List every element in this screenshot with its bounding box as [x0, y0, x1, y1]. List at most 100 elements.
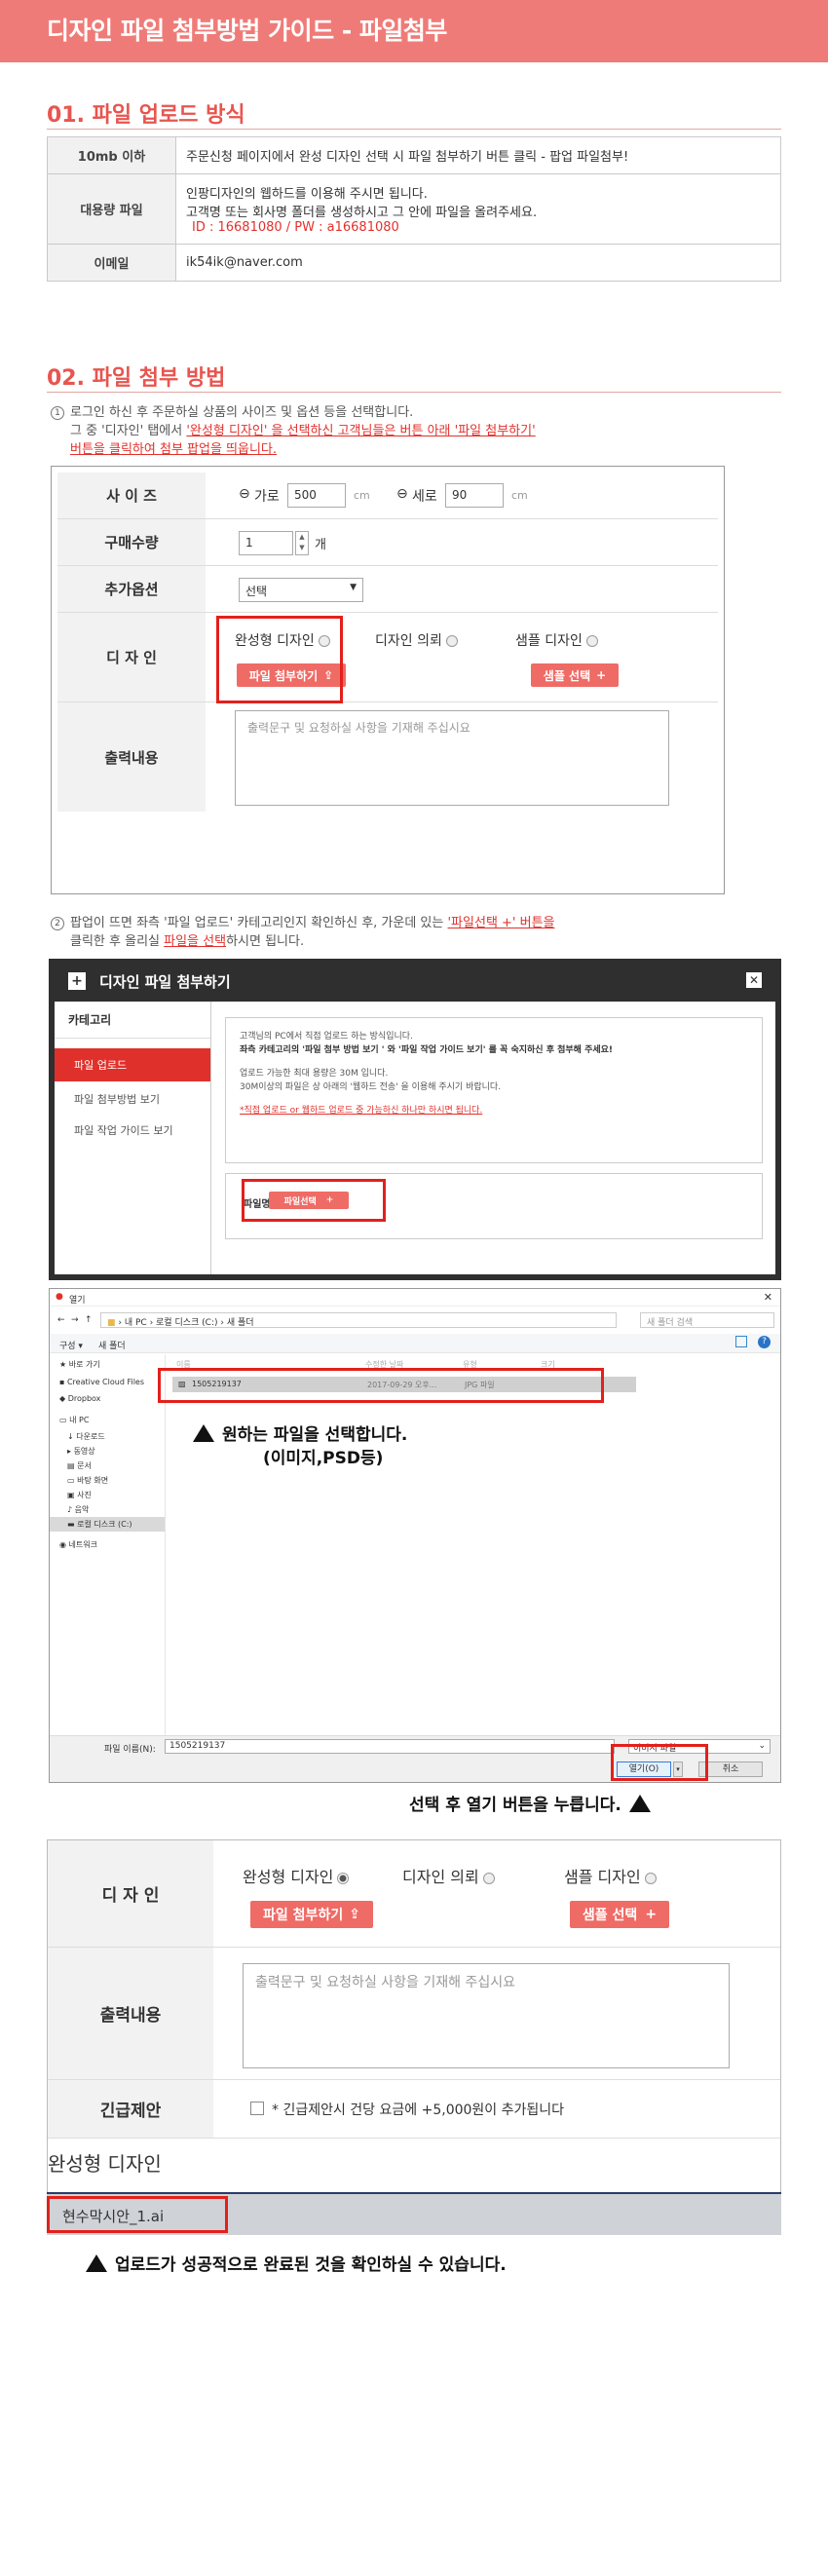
arrow-up-icon	[193, 1424, 214, 1442]
attach-file-button[interactable]: 파일 첨부하기 ⇪	[250, 1901, 373, 1928]
table-row: 이메일 ik54ik@naver.com	[47, 244, 781, 282]
help-icon[interactable]: ?	[758, 1336, 771, 1348]
up-icon[interactable]: ↑	[85, 1315, 93, 1325]
output-textarea[interactable]: 출력문구 및 요청하실 사항을 기재해 주십시요	[243, 1963, 730, 2068]
height-input[interactable]: 90	[445, 483, 504, 508]
dropdown-arrow-icon: ▼	[350, 583, 357, 592]
address-bar[interactable]: ■ › 내 PC › 로컬 디스크 (C:) › 새 폴더	[100, 1312, 617, 1328]
qty-unit: 개	[315, 538, 326, 552]
minus-icon[interactable]: ⊖	[396, 486, 408, 502]
info-line: 좌측 카테고리의 '파일 첨부 방법 보기 ' 와 '파일 작업 가이드 보기'…	[240, 1045, 614, 1055]
back-icon[interactable]: ←	[57, 1315, 65, 1325]
organize-button[interactable]: 구성 ▾	[59, 1339, 83, 1351]
divider	[165, 1355, 166, 1735]
sample-select-button[interactable]: 샘플 선택 +	[531, 663, 619, 687]
text-line: 고객명 또는 회사명 폴더를 생성하시고 그 안에 파일을 올려주세요.	[186, 206, 538, 220]
unit-label: cm	[354, 489, 370, 502]
output-row: 출력내용 출력문구 및 요청하실 사항을 기재해 주십시요	[57, 702, 718, 812]
urgent-text: * 긴급제안시 건당 요금에 +5,000원이 추가됩니다	[272, 2102, 565, 2118]
result-form: 디 자 인 완성형 디자인 디자인 의뢰 샘플 디자인 파일 첨부하기 ⇪ 샘플 …	[47, 1839, 781, 2200]
design-row: 디 자 인 완성형 디자인 디자인 의뢰 샘플 디자인 파일 첨부하기 ⇪ 샘플 …	[48, 1840, 780, 1948]
row-key: 이메일	[47, 244, 176, 282]
nav-pane: ★ 바로 가기 ▪ Creative Cloud Files ◆ Dropbox…	[50, 1355, 165, 1716]
page-title: 디자인 파일 첨부방법 가이드 - 파일첨부	[0, 0, 828, 62]
output-label: 출력내용	[57, 702, 206, 812]
search-input[interactable]: 새 폴더 검색	[640, 1312, 774, 1328]
sidebar-item-attach-guide[interactable]: 파일 첨부방법 보기	[55, 1081, 210, 1117]
design-row: 디 자 인 완성형 디자인 디자인 의뢰 샘플 디자인 파일 첨부하기 ⇪ 샘플 …	[57, 613, 718, 702]
highlight-box	[158, 1368, 604, 1403]
nav-item-selected[interactable]: ▬ 로컬 디스크 (C:)	[50, 1517, 165, 1532]
section2-title: 02. 파일 첨부 방법	[47, 366, 226, 391]
design-option-request[interactable]: 디자인 의뢰	[375, 630, 458, 650]
option-row: 추가옵션 선택 ▼	[57, 566, 718, 613]
close-icon[interactable]: ✕	[746, 972, 762, 988]
sidebar-item-upload[interactable]: 파일 업로드	[55, 1048, 210, 1081]
info-line: *직접 업로드 or 웹하드 업로드 중 가능하신 하나만 하시면 됩니다.	[240, 1106, 483, 1116]
nav-item[interactable]: ↓ 다운로드	[50, 1429, 165, 1444]
nav-item[interactable]: ◉ 네트워크	[50, 1532, 165, 1558]
sidebar-item-work-guide[interactable]: 파일 작업 가이드 보기	[55, 1117, 210, 1144]
design-label: 디 자 인	[48, 1840, 213, 1947]
info-line: 30M이상의 파일은 상 아래의 '웹하드 전송' 을 이용해 주시기 바랍니다…	[240, 1082, 502, 1092]
unit-label: cm	[511, 489, 528, 502]
output-textarea[interactable]: 출력문구 및 요청하실 사항을 기재해 주십시요	[235, 710, 669, 806]
urgent-label: 긴급제안	[48, 2080, 213, 2138]
new-folder-button[interactable]: 새 폴더	[98, 1339, 126, 1351]
design-option-request[interactable]: 디자인 의뢰	[402, 1864, 495, 1887]
plus-icon: +	[645, 1907, 658, 1922]
add-file-icon: +	[68, 972, 86, 990]
qty-stepper[interactable]: ▲ ▼	[295, 531, 309, 555]
popup-content: 고객님의 PC에서 직접 업로드 하는 방식입니다. 좌측 카테고리의 '파일 …	[210, 1002, 775, 1274]
nav-item[interactable]: ♪ 음악	[50, 1502, 165, 1517]
close-icon[interactable]: ✕	[764, 1291, 772, 1304]
design-option-sample[interactable]: 샘플 디자인	[564, 1864, 657, 1887]
design-option-complete[interactable]: 완성형 디자인	[243, 1864, 350, 1887]
caption-select-file: 원하는 파일을 선택합니다.	[193, 1421, 407, 1445]
nav-item[interactable]: ▸ 동영상	[50, 1444, 165, 1458]
webhard-credentials: ID : 16681080 / PW : a16681080	[192, 220, 399, 235]
caption-upload-complete: 업로드가 성공적으로 완료된 것을 확인하실 수 있습니다.	[86, 2251, 507, 2275]
filename-label: 파일 이름(N):	[104, 1745, 156, 1755]
open-file-dialog: ● 열기 ✕ ← → ↑ ■ › 내 PC › 로컬 디스크 (C:) › 새 …	[49, 1288, 781, 1783]
chevron-down-icon: ⌄	[758, 1741, 766, 1751]
forward-icon[interactable]: →	[71, 1315, 79, 1325]
divider	[47, 392, 781, 393]
step-number: 2	[51, 916, 64, 930]
dialog-toolbar: 구성 ▾ 새 폴더 ?	[50, 1334, 780, 1353]
step-number: 1	[51, 405, 64, 420]
order-form: 사 이 즈 ⊖ 가로 500 cm ⊖ 세로 90 cm 구매수량 1 ▲ ▼ 개…	[51, 466, 725, 894]
address-bar-row: ← → ↑ ■ › 내 PC › 로컬 디스크 (C:) › 새 폴더 새 폴더…	[56, 1312, 776, 1330]
nav-item[interactable]: ▣ 사진	[50, 1488, 165, 1502]
arrow-up-icon	[86, 2254, 107, 2272]
design-option-sample[interactable]: 샘플 디자인	[515, 630, 598, 650]
email-value: ik54ik@naver.com	[175, 244, 781, 282]
sidebar-title: 카테고리	[55, 1002, 210, 1039]
nav-item[interactable]: ★ 바로 가기	[50, 1355, 165, 1374]
nav-item[interactable]: ▤ 문서	[50, 1458, 165, 1473]
step2-text: 2 팝업이 뜨면 좌측 '파일 업로드' 카테고리인지 확인하신 후, 가운데 있…	[51, 914, 555, 951]
preview-pane-icon[interactable]	[735, 1336, 747, 1347]
option-select[interactable]: 선택 ▼	[239, 578, 363, 602]
qty-input[interactable]: 1	[239, 531, 293, 555]
upload-info-box: 고객님의 PC에서 직접 업로드 하는 방식입니다. 좌측 카테고리의 '파일 …	[225, 1017, 763, 1163]
urgent-checkbox[interactable]	[250, 2102, 264, 2115]
width-label: 가로	[254, 489, 280, 505]
arrow-up-icon	[628, 1795, 651, 1812]
table-row: 10mb 이하 주문신청 페이지에서 완성 디자인 선택 시 파일 첨부하기 버…	[47, 136, 781, 174]
sample-select-button[interactable]: 샘플 선택 +	[570, 1901, 669, 1928]
nav-item[interactable]: ▪ Creative Cloud Files	[50, 1374, 165, 1390]
filename-input[interactable]: 1505219137	[165, 1739, 615, 1754]
width-input[interactable]: 500	[287, 483, 346, 508]
text-line: 인팡디자인의 웹하드를 이용해 주시면 됩니다.	[186, 187, 428, 202]
chrome-icon: ●	[56, 1292, 63, 1302]
row-key: 10mb 이하	[47, 136, 176, 174]
section1-title: 01. 파일 업로드 방식	[47, 103, 245, 128]
highlight-box	[216, 616, 343, 703]
nav-item[interactable]: ◆ Dropbox	[50, 1390, 165, 1407]
nav-item[interactable]: ▭ 내 PC	[50, 1407, 165, 1429]
step1-text: 1 로그인 하신 후 주문하실 상품의 사이즈 및 옵션 등을 선택합니다. 그 …	[51, 403, 536, 459]
plus-icon: +	[596, 668, 607, 682]
nav-item[interactable]: ▭ 바탕 화면	[50, 1473, 165, 1488]
minus-icon[interactable]: ⊖	[239, 486, 250, 502]
